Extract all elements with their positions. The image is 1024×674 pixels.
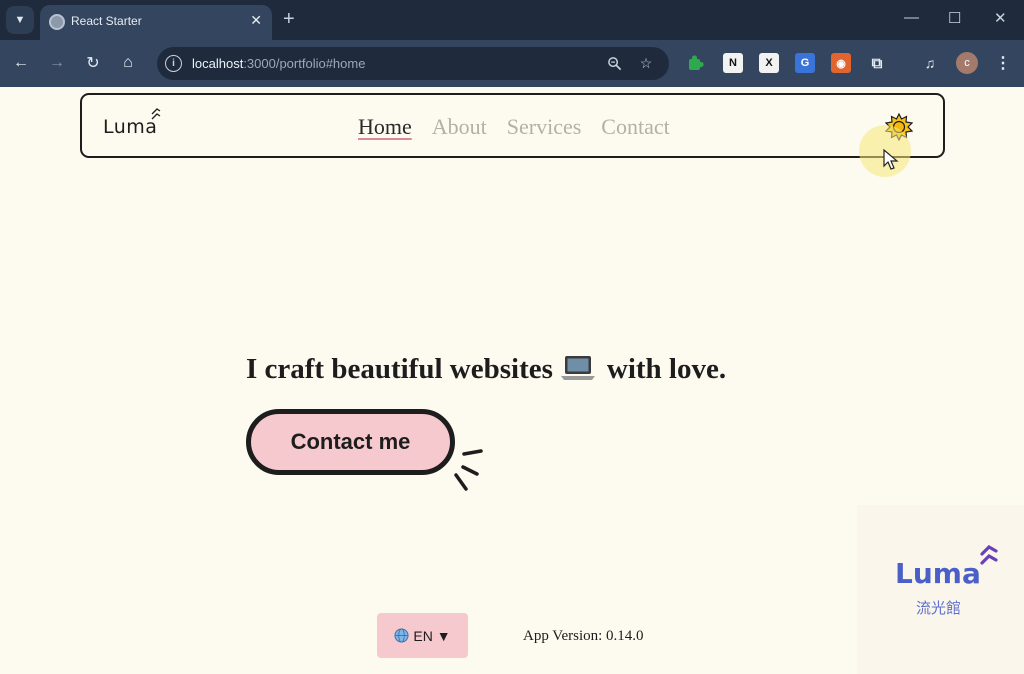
site-info-icon[interactable]: i (165, 55, 182, 72)
contact-me-button[interactable]: Contact me (246, 409, 455, 475)
forward-arrow-icon[interactable]: → (46, 52, 68, 74)
tab-title: React Starter (71, 14, 142, 28)
watermark-logo-mark-icon (980, 545, 998, 565)
globe-favicon-icon (49, 14, 65, 30)
address-bar[interactable]: i localhost:3000/portfolio#home ☆ (157, 47, 669, 80)
camera-extension-icon[interactable]: ◉ (831, 53, 851, 73)
site-navbar: Luma Home About Services Contact (80, 93, 945, 158)
globe-icon (394, 628, 409, 643)
watermark-subtitle: 流光館 (916, 600, 962, 617)
watermark-name: Luma (895, 557, 981, 590)
language-label: EN ▼ (413, 627, 451, 644)
tab-search-button[interactable]: ▼ (6, 6, 34, 34)
maximize-icon[interactable]: ☐ (948, 9, 961, 27)
x-extension-icon[interactable]: X (759, 53, 779, 73)
hero-heading: I craft beautiful websites with love. (246, 353, 726, 386)
nav-link-contact[interactable]: Contact (601, 114, 669, 140)
mouse-pointer-icon (883, 149, 899, 170)
extensions-menu-icon[interactable]: ⧉ (867, 53, 887, 73)
tab-close-icon[interactable]: ✕ (250, 12, 262, 29)
browser-tab-bar: ▼ React Starter ✕ + — ☐ ✕ (0, 0, 1024, 40)
nav-link-services[interactable]: Services (507, 114, 582, 140)
media-controls-icon[interactable]: ♫ (920, 53, 940, 73)
zoom-icon[interactable] (604, 53, 624, 73)
browser-menu-icon[interactable]: ⋮ (993, 53, 1013, 73)
window-close-icon[interactable]: ✕ (994, 9, 1007, 27)
extension-puzzle-green-icon[interactable] (686, 53, 706, 73)
hero-heading-start: I craft beautiful websites (246, 353, 553, 385)
portfolio-page: Luma Home About Services Contact I craft… (0, 87, 1024, 674)
translate-extension-icon[interactable]: G (795, 53, 815, 73)
app-version: App Version: 0.14.0 (523, 628, 644, 644)
laptop-icon (560, 356, 595, 381)
reload-icon[interactable]: ↻ (82, 52, 104, 74)
home-icon[interactable]: ⌂ (117, 52, 139, 74)
minimize-icon[interactable]: — (904, 9, 919, 26)
nav-link-about[interactable]: About (432, 114, 487, 140)
browser-toolbar: ← → ↻ ⌂ i localhost:3000/portfolio#home … (0, 40, 1024, 87)
browser-tab-active[interactable]: React Starter ✕ (40, 5, 272, 40)
back-arrow-icon[interactable]: ← (10, 52, 32, 74)
nav-link-home[interactable]: Home (358, 114, 412, 140)
luma-watermark: Luma 流光館 (857, 505, 1024, 674)
logo-mark-icon (151, 108, 161, 120)
profile-avatar[interactable]: c (956, 52, 978, 74)
new-tab-button[interactable]: + (283, 8, 295, 30)
url-text[interactable]: localhost:3000/portfolio#home (192, 56, 365, 71)
language-selector[interactable]: EN ▼ (377, 613, 468, 658)
nav-links: Home About Services Contact (358, 114, 670, 140)
bookmark-star-icon[interactable]: ☆ (636, 53, 656, 73)
notion-extension-icon[interactable]: N (723, 53, 743, 73)
sparkle-lines-icon (454, 449, 483, 491)
hero-heading-end: with love. (606, 353, 727, 385)
